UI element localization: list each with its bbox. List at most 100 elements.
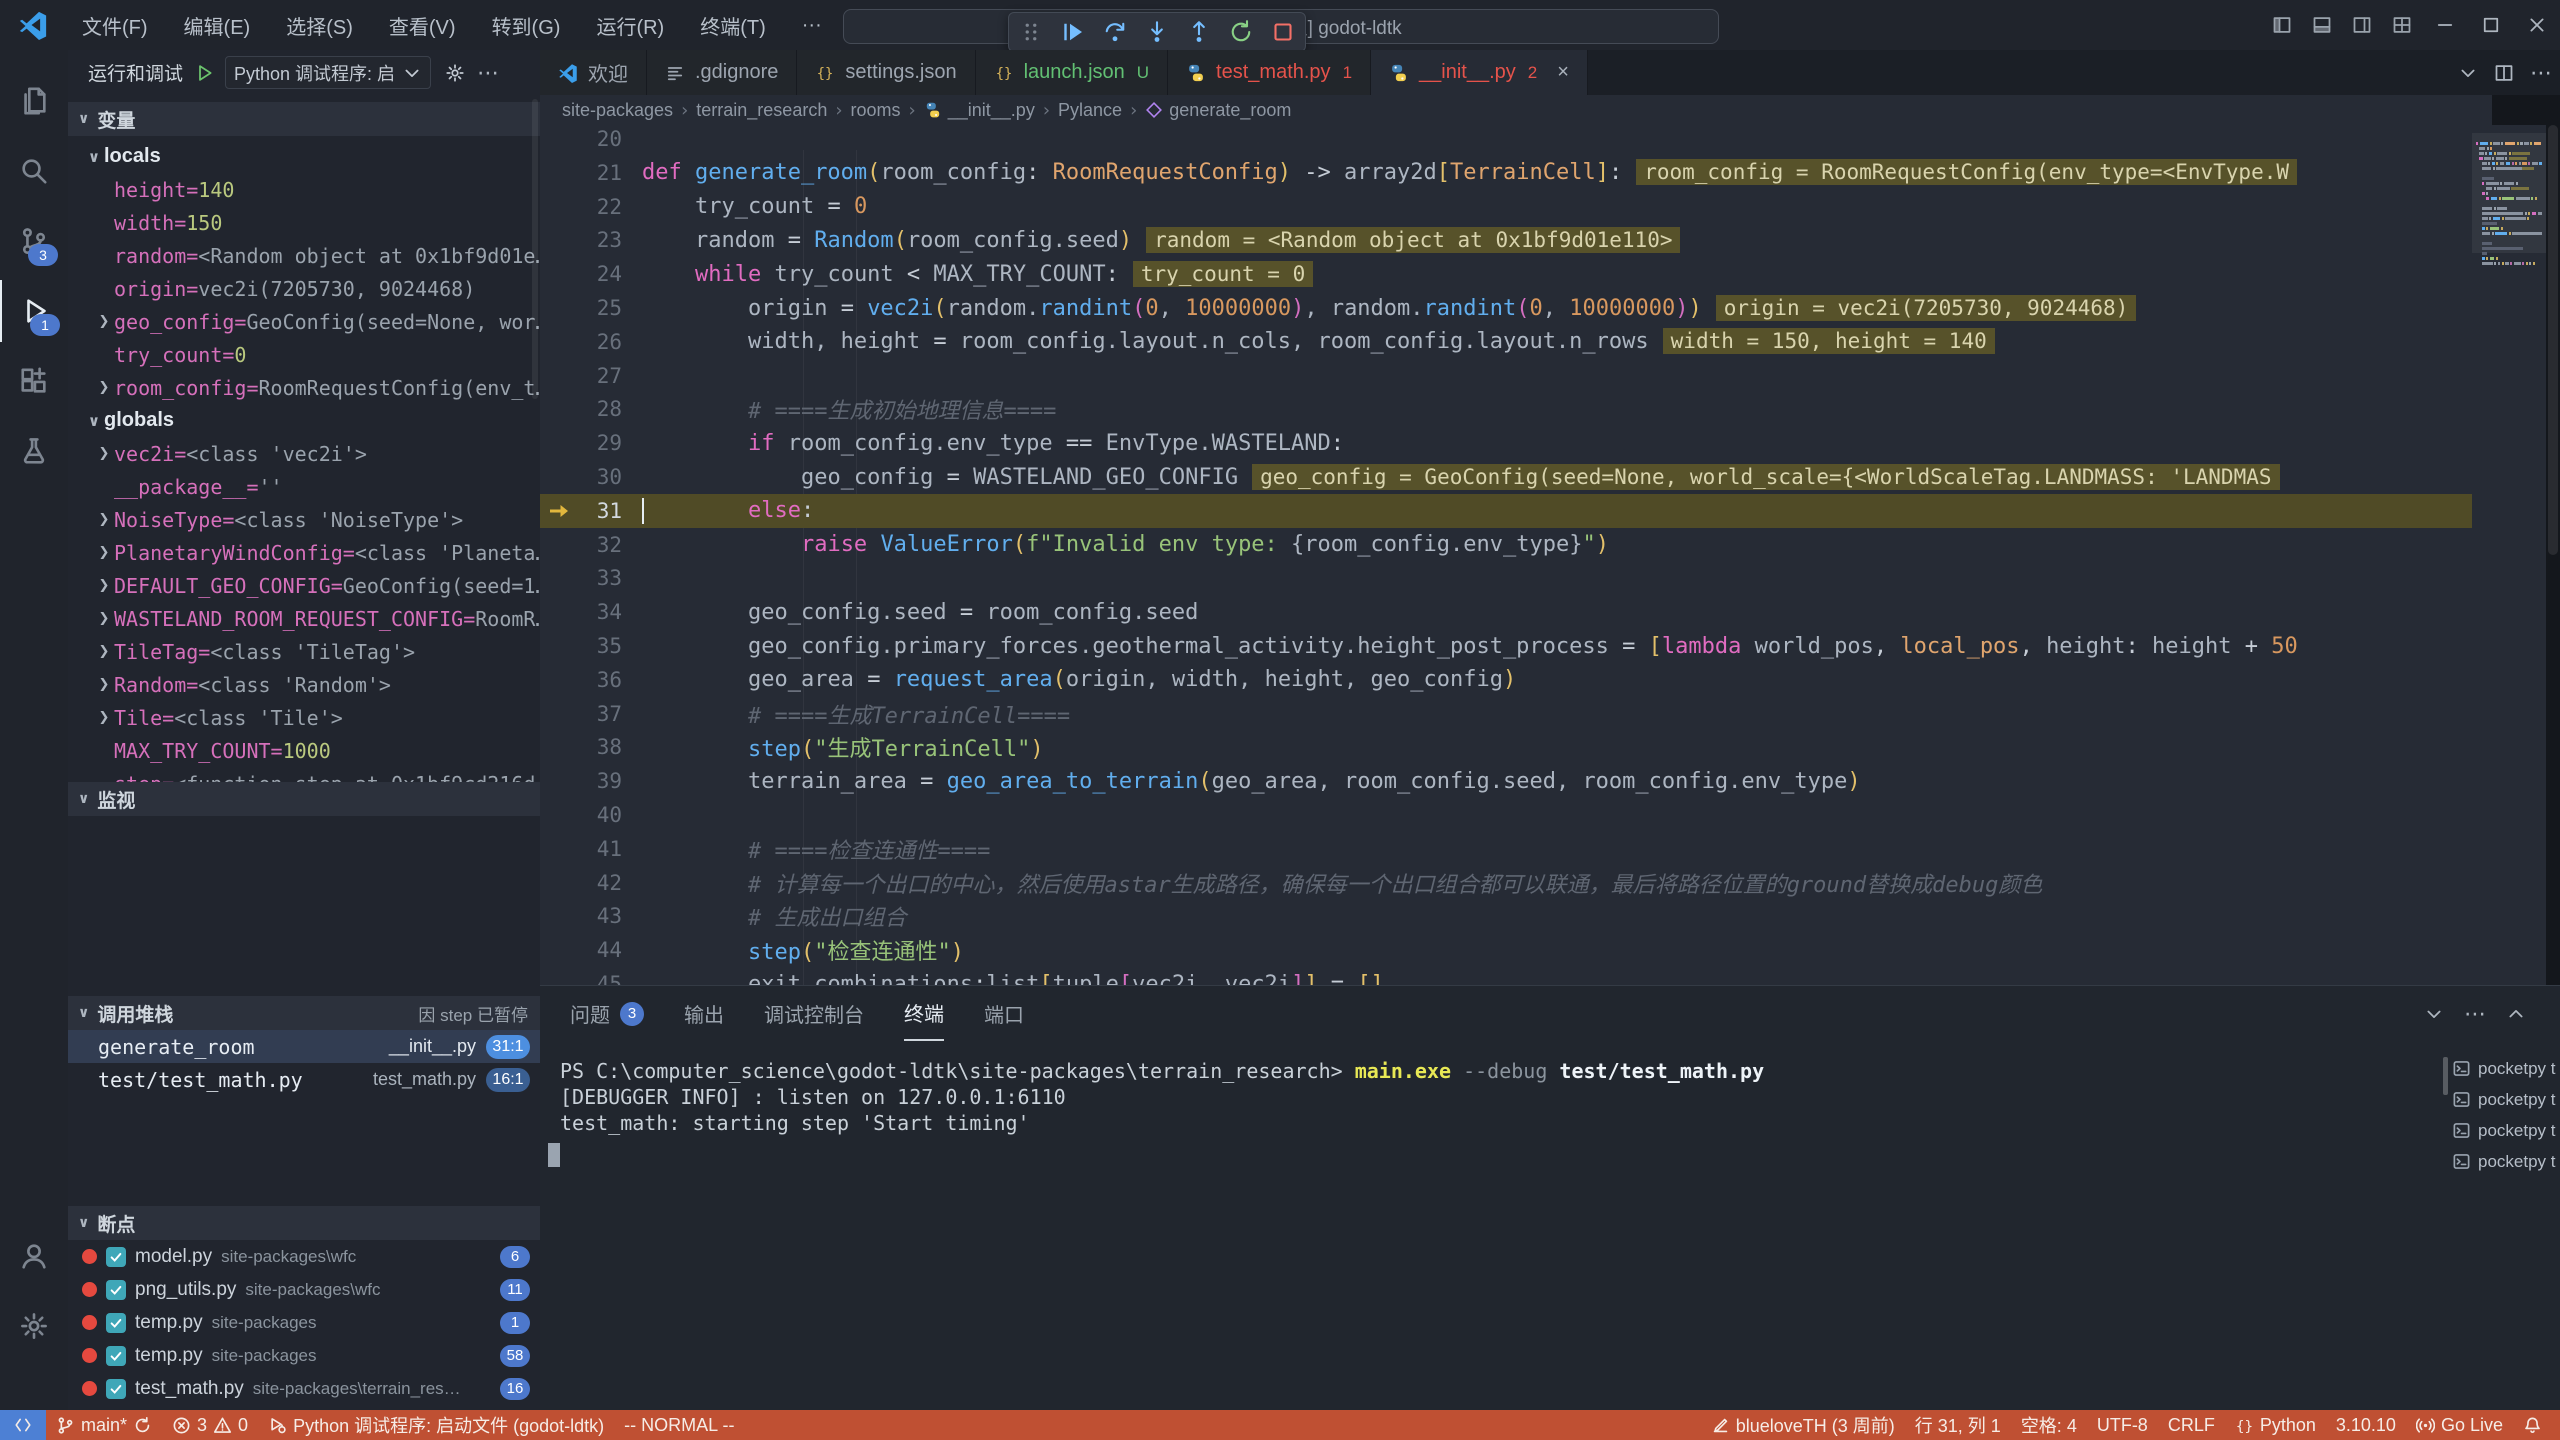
more-actions-icon[interactable]: ⋯	[477, 60, 499, 86]
code-line-33[interactable]: 33	[540, 561, 2472, 595]
statusbar-notifications[interactable]	[2513, 1410, 2552, 1440]
statusbar-vim-mode[interactable]: -- NORMAL --	[614, 1410, 744, 1440]
editor-scrollbar[interactable]	[2548, 125, 2558, 555]
breakpoint-checkbox[interactable]	[106, 1379, 126, 1399]
code-line-40[interactable]: 40	[540, 798, 2472, 832]
code-line-24[interactable]: 24 while try_count < MAX_TRY_COUNT:try_c…	[540, 257, 2472, 291]
breadcrumb-item[interactable]: __init__.py	[924, 100, 1035, 121]
breakpoint-checkbox[interactable]	[106, 1313, 126, 1333]
activity-extensions[interactable]	[0, 350, 68, 412]
code-line-45[interactable]: 45 exit_combinations:list[tuple[vec2i, v…	[540, 967, 2472, 985]
close-tab-icon[interactable]: ×	[1557, 61, 1569, 84]
more-actions-icon[interactable]: ⋯	[2530, 60, 2552, 86]
maximize-button[interactable]	[2468, 0, 2514, 50]
variable-row[interactable]: try_count = 0	[68, 338, 540, 371]
code-line-29[interactable]: 29 if room_config.env_type == EnvType.WA…	[540, 426, 2472, 460]
statusbar-cursor-position[interactable]: 行 31, 列 1	[1905, 1410, 2011, 1440]
breakpoint-checkbox[interactable]	[106, 1280, 126, 1300]
code-line-26[interactable]: 26 width, height = room_config.layout.n_…	[540, 325, 2472, 359]
code-line-21[interactable]: 21def generate_room(room_config: RoomReq…	[540, 156, 2472, 190]
activity-accounts[interactable]	[0, 1225, 68, 1287]
breakpoint-row[interactable]: model.pysite-packages\wfc6	[68, 1240, 540, 1273]
variable-row[interactable]: ❯WASTELAND_ROOM_REQUEST_CONFIG = RoomR…	[68, 602, 540, 635]
code-line-27[interactable]: 27	[540, 359, 2472, 393]
variable-row[interactable]: ❯PlanetaryWindConfig = <class 'Planeta…	[68, 536, 540, 569]
statusbar-go-live[interactable]: Go Live	[2406, 1410, 2513, 1440]
statusbar-python-version[interactable]: 3.10.10	[2326, 1410, 2406, 1440]
breadcrumb-item[interactable]: rooms	[851, 100, 901, 121]
breakpoint-checkbox[interactable]	[106, 1247, 126, 1267]
variable-row[interactable]: ❯Tile = <class 'Tile'>	[68, 701, 540, 734]
terminal-instance[interactable]: pocketpy te…	[2452, 1146, 2556, 1177]
breadcrumb[interactable]: site-packages›terrain_research›rooms›__i…	[540, 95, 2492, 125]
watch-section-header[interactable]: ∨监视	[68, 782, 540, 816]
layout-grid-icon[interactable]	[2382, 5, 2422, 45]
code-line-43[interactable]: 43 # 生成出口组合	[540, 899, 2472, 933]
breakpoints-section-header[interactable]: ∨断点	[68, 1206, 540, 1240]
chevron-down-icon[interactable]	[2424, 1004, 2444, 1024]
terminal-output[interactable]: PS C:\computer_science\godot-ldtk\site-p…	[560, 1058, 2440, 1136]
terminal-instance[interactable]: pocketpy te…	[2452, 1115, 2556, 1146]
statusbar-git-branch[interactable]: main*	[46, 1410, 162, 1440]
callstack-section-header[interactable]: ∨调用堆栈因 step 已暂停	[68, 996, 540, 1030]
tab-gdignore[interactable]: .gdignore	[647, 50, 797, 95]
minimap[interactable]	[2472, 125, 2546, 985]
panel-tab-终端[interactable]: 终端	[904, 986, 944, 1041]
breadcrumb-item[interactable]: generate_room	[1145, 100, 1291, 121]
variable-row[interactable]: ❯geo_config = GeoConfig(seed=None, wor…	[68, 305, 540, 338]
scope-row[interactable]: ∨globals	[68, 404, 540, 437]
panel-tab-问题[interactable]: 问题3	[570, 986, 644, 1041]
code-line-38[interactable]: 38 step("生成TerrainCell")	[540, 730, 2472, 764]
statusbar-indentation[interactable]: 空格: 4	[2011, 1410, 2087, 1440]
code-line-32[interactable]: 32 raise ValueError(f"Invalid env type: …	[540, 528, 2472, 562]
gear-icon[interactable]	[445, 63, 465, 83]
continue-icon[interactable]	[1061, 20, 1085, 44]
restart-icon[interactable]	[1229, 20, 1253, 44]
gripper-icon[interactable]	[1019, 20, 1043, 44]
variable-row[interactable]: ❯NoiseType = <class 'NoiseType'>	[68, 503, 540, 536]
breadcrumb-item[interactable]: site-packages	[562, 100, 673, 121]
split-editor-icon[interactable]	[2494, 63, 2514, 83]
variable-row[interactable]: ❯TileTag = <class 'TileTag'>	[68, 635, 540, 668]
layout-right-icon[interactable]	[2342, 5, 2382, 45]
step-out-icon[interactable]	[1187, 20, 1211, 44]
variable-row[interactable]: ❯DEFAULT_GEO_CONFIG = GeoConfig(seed=1…	[68, 569, 540, 602]
variable-row[interactable]: ❯Random = <class 'Random'>	[68, 668, 540, 701]
debug-toolbar[interactable]	[1008, 12, 1306, 52]
activity-search[interactable]	[0, 140, 68, 202]
code-line-42[interactable]: 42 # 计算每一个出口的中心，然后使用astar生成路径，确保每一个出口组合都…	[540, 866, 2472, 900]
step-into-icon[interactable]	[1145, 20, 1169, 44]
code-line-37[interactable]: 37 # ====生成TerrainCell====	[540, 697, 2472, 731]
debug-config-dropdown[interactable]: Python 调试程序: 启...	[225, 56, 431, 89]
layout-sidebar-icon[interactable]	[2262, 5, 2302, 45]
terminal-instance[interactable]: pocketpy te…	[2452, 1053, 2556, 1084]
tab-test_mathpy[interactable]: test_math.py1	[1168, 50, 1371, 95]
menu-item-E[interactable]: 编辑(E)	[166, 7, 269, 43]
code-line-34[interactable]: 34 geo_config.seed = room_config.seed	[540, 595, 2472, 629]
close-window-button[interactable]	[2514, 0, 2560, 50]
layout-panel-icon[interactable]	[2302, 5, 2342, 45]
menu-item-V[interactable]: 查看(V)	[371, 7, 474, 43]
menu-item-S[interactable]: 选择(S)	[268, 7, 371, 43]
code-line-20[interactable]: 20	[540, 125, 2472, 156]
breakpoint-row[interactable]: png_utils.pysite-packages\wfc11	[68, 1273, 540, 1306]
tab-[interactable]: 欢迎	[540, 50, 647, 95]
code-line-25[interactable]: 25 origin = vec2i(random.randint(0, 1000…	[540, 291, 2472, 325]
code-line-39[interactable]: 39 terrain_area = geo_area_to_terrain(ge…	[540, 764, 2472, 798]
breakpoint-row[interactable]: temp.pysite-packages1	[68, 1306, 540, 1339]
menu-item-G[interactable]: 转到(G)	[474, 7, 579, 43]
menu-item-T[interactable]: 终端(T)	[682, 7, 784, 43]
panel-scrollbar[interactable]	[2443, 1057, 2448, 1095]
code-line-35[interactable]: 35 geo_config.primary_forces.geothermal_…	[540, 629, 2472, 663]
callstack-frame[interactable]: generate_room__init__.py31:1	[68, 1030, 540, 1063]
breakpoint-row[interactable]: temp.pysite-packages58	[68, 1339, 540, 1372]
more-actions-icon[interactable]: ⋯	[2464, 1001, 2486, 1027]
tab-settingsjson[interactable]: {}settings.json	[797, 50, 975, 95]
breakpoint-checkbox[interactable]	[106, 1346, 126, 1366]
code-line-22[interactable]: 22 try_count = 0	[540, 190, 2472, 224]
remote-indicator[interactable]	[0, 1410, 46, 1440]
variable-row[interactable]: origin = vec2i(7205730, 9024468)	[68, 272, 540, 305]
variable-row[interactable]: height = 140	[68, 173, 540, 206]
breadcrumb-item[interactable]: terrain_research	[696, 100, 827, 121]
maximize-panel-icon[interactable]	[2506, 1004, 2526, 1024]
